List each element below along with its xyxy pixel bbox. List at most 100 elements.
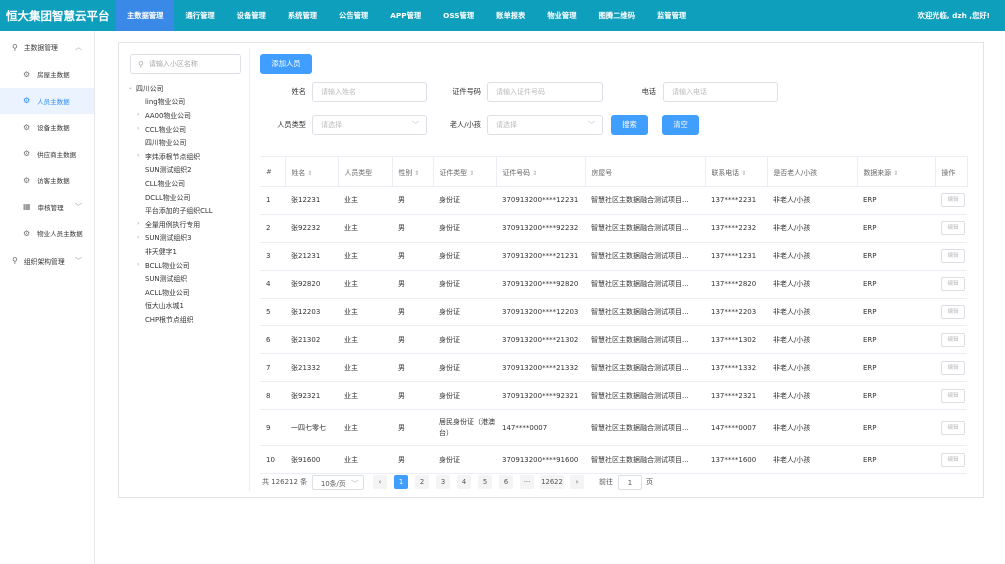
sidebar-item-property-people[interactable]: ⚙ 物业人员主数据 [0, 220, 94, 247]
id-number-input[interactable]: 请输入证件号码 [487, 82, 603, 102]
page-number-button[interactable]: 6 [499, 475, 513, 489]
table-cell: ERP [857, 214, 935, 243]
more-pages-button[interactable]: ··· [520, 475, 534, 489]
edit-button[interactable]: 编辑 [941, 420, 965, 435]
top-nav-item[interactable]: 物业管理 [536, 0, 587, 31]
sidebar-item-audit[interactable]: ▦ 审核管理 ﹀ [0, 194, 94, 221]
sort-icon[interactable]: ⇕ [893, 170, 898, 177]
elder-child-label: 老人/小孩 [449, 120, 481, 129]
column-header[interactable]: 证件号码 ⇕ [496, 156, 586, 187]
column-header[interactable]: 姓名 ⇕ [285, 156, 339, 187]
expand-toggle-icon[interactable]: › [137, 111, 145, 118]
top-nav-item[interactable]: 账单报表 [485, 0, 536, 31]
sort-icon[interactable]: ⇕ [307, 170, 312, 177]
page-number-button[interactable]: 3 [436, 475, 450, 489]
edit-button[interactable]: 编辑 [941, 452, 965, 467]
phone-input[interactable]: 请输入电话 [663, 82, 778, 102]
sort-icon[interactable]: ⇕ [414, 170, 419, 177]
tree-node[interactable]: 四川物业公司 [124, 135, 250, 149]
expand-toggle-icon[interactable]: › [137, 220, 145, 227]
page-number-button[interactable]: 12622 [540, 475, 564, 489]
column-header[interactable]: 数据来源 ⇕ [857, 156, 936, 187]
sidebar-group-org[interactable]: ⚲ 组织架构管理 ﹀ [0, 247, 94, 275]
tree-node[interactable]: ⌄ 四川公司 [124, 81, 250, 95]
top-nav-item[interactable]: OSS管理 [432, 0, 485, 31]
tree-node[interactable]: 恒大山水城1 [124, 299, 250, 313]
top-nav-item[interactable]: 系统管理 [277, 0, 328, 31]
sort-icon[interactable]: ⇕ [532, 170, 537, 177]
page-number-button[interactable]: 2 [415, 475, 429, 489]
clear-button[interactable]: 清空 [662, 115, 699, 135]
page-number-button[interactable]: 4 [457, 475, 471, 489]
sidebar-item-visitor[interactable]: ⚙ 访客主数据 [0, 167, 94, 194]
column-header-label: 姓名 [291, 168, 306, 177]
tree-node[interactable]: 非天健字1 [124, 244, 250, 258]
edit-button[interactable]: 编辑 [941, 388, 965, 403]
goto-page-input[interactable]: 1 [618, 475, 642, 490]
tree-node[interactable]: DCLL物业公司 [124, 190, 250, 204]
table-cell: 一四七零七 [285, 409, 338, 447]
top-nav-item[interactable]: APP管理 [379, 0, 432, 31]
tree-node[interactable]: ling物业公司 [124, 95, 250, 109]
column-header[interactable]: 联系电话 ⇕ [705, 156, 768, 187]
page-number-button[interactable]: 5 [478, 475, 492, 489]
tree-node-label: DCLL物业公司 [145, 193, 191, 202]
expand-toggle-icon[interactable]: › [137, 234, 145, 241]
next-page-button[interactable]: › [570, 475, 584, 489]
page-number-button[interactable]: 1 [394, 475, 408, 489]
sidebar-item-people[interactable]: ⚙ 人员主数据 [0, 87, 94, 114]
tree-node[interactable]: CHP根节点组织 [124, 312, 250, 326]
expand-toggle-icon[interactable]: › [137, 152, 145, 159]
tree-node[interactable]: ACLL物业公司 [124, 285, 250, 299]
page-size-value: 10条/页 [321, 479, 346, 488]
tree-node[interactable]: 平台添加的子组织CLL [124, 203, 250, 217]
edit-button[interactable]: 编辑 [941, 221, 965, 236]
column-header-label: 房屋号 [591, 168, 613, 177]
tree-node[interactable]: › 李炜添根节点组织 [124, 149, 250, 163]
edit-button[interactable]: 编辑 [941, 360, 965, 375]
page-size-select[interactable]: 10条/页 ﹀ [312, 475, 364, 490]
tree-node[interactable]: › SUN测试组织3 [124, 231, 250, 245]
person-type-select[interactable]: 请选择 ﹀ [312, 115, 427, 135]
table-cell: 智慧社区主数据融合测试项目... [585, 381, 705, 411]
sort-icon[interactable]: ⇕ [741, 170, 746, 177]
column-header[interactable]: 性别 ⇕ [392, 156, 434, 187]
top-nav-item[interactable]: 主数据管理 [116, 0, 175, 31]
tree-node[interactable]: › CCL物业公司 [124, 122, 250, 136]
search-button[interactable]: 搜索 [611, 115, 648, 135]
tree-node[interactable]: SUN测试组织 [124, 271, 250, 285]
top-nav-item[interactable]: 图腾二维码 [588, 0, 646, 31]
add-person-button[interactable]: 添加人员 [260, 54, 312, 74]
prev-page-button[interactable]: ‹ [373, 475, 387, 489]
tree-node[interactable]: CLL物业公司 [124, 176, 250, 190]
top-nav-item[interactable]: 公告管理 [328, 0, 379, 31]
edit-button[interactable]: 编辑 [941, 332, 965, 347]
top-nav-item[interactable]: 监管管理 [646, 0, 697, 31]
community-search-input[interactable]: ⚲ 请输入小区名称 [130, 54, 241, 74]
sidebar-group-main-data[interactable]: ⚲ 主数据管理 ︿ [0, 33, 94, 61]
expand-toggle-icon[interactable]: ⌄ [128, 84, 136, 91]
tree-node-label: SUN测试组织 [145, 275, 188, 284]
edit-button[interactable]: 编辑 [941, 193, 965, 208]
tree-node[interactable]: › AA00物业公司 [124, 108, 250, 122]
sidebar-item-house[interactable]: ⚙ 房屋主数据 [0, 61, 94, 88]
expand-toggle-icon[interactable]: › [137, 125, 145, 132]
edit-button[interactable]: 编辑 [941, 305, 965, 319]
top-nav-item[interactable]: 通行管理 [174, 0, 225, 31]
top-nav-item[interactable]: 设备管理 [226, 0, 277, 31]
sidebar-item-supplier[interactable]: ⚙ 供应商主数据 [0, 141, 94, 168]
total-count: 共 126212 条 [262, 478, 308, 486]
column-header[interactable]: 证件类型 ⇕ [433, 156, 497, 187]
tree-node[interactable]: SUN测试组织2 [124, 163, 250, 177]
tree-node[interactable]: › BCLL物业公司 [124, 258, 250, 272]
tree-node[interactable]: › 全量用例执行专用 [124, 217, 250, 231]
chevron-down-icon: ﹀ [351, 479, 358, 488]
elder-child-select[interactable]: 请选择 ﹀ [487, 115, 603, 135]
edit-button[interactable]: 编辑 [941, 249, 965, 264]
expand-toggle-icon[interactable]: › [137, 261, 145, 268]
sort-icon[interactable]: ⇕ [469, 170, 474, 177]
sidebar-item-device[interactable]: ⚙ 设备主数据 [0, 114, 94, 141]
name-input[interactable]: 请输入姓名 [312, 82, 427, 102]
edit-button[interactable]: 编辑 [941, 277, 965, 292]
table-cell: ERP [857, 325, 935, 355]
